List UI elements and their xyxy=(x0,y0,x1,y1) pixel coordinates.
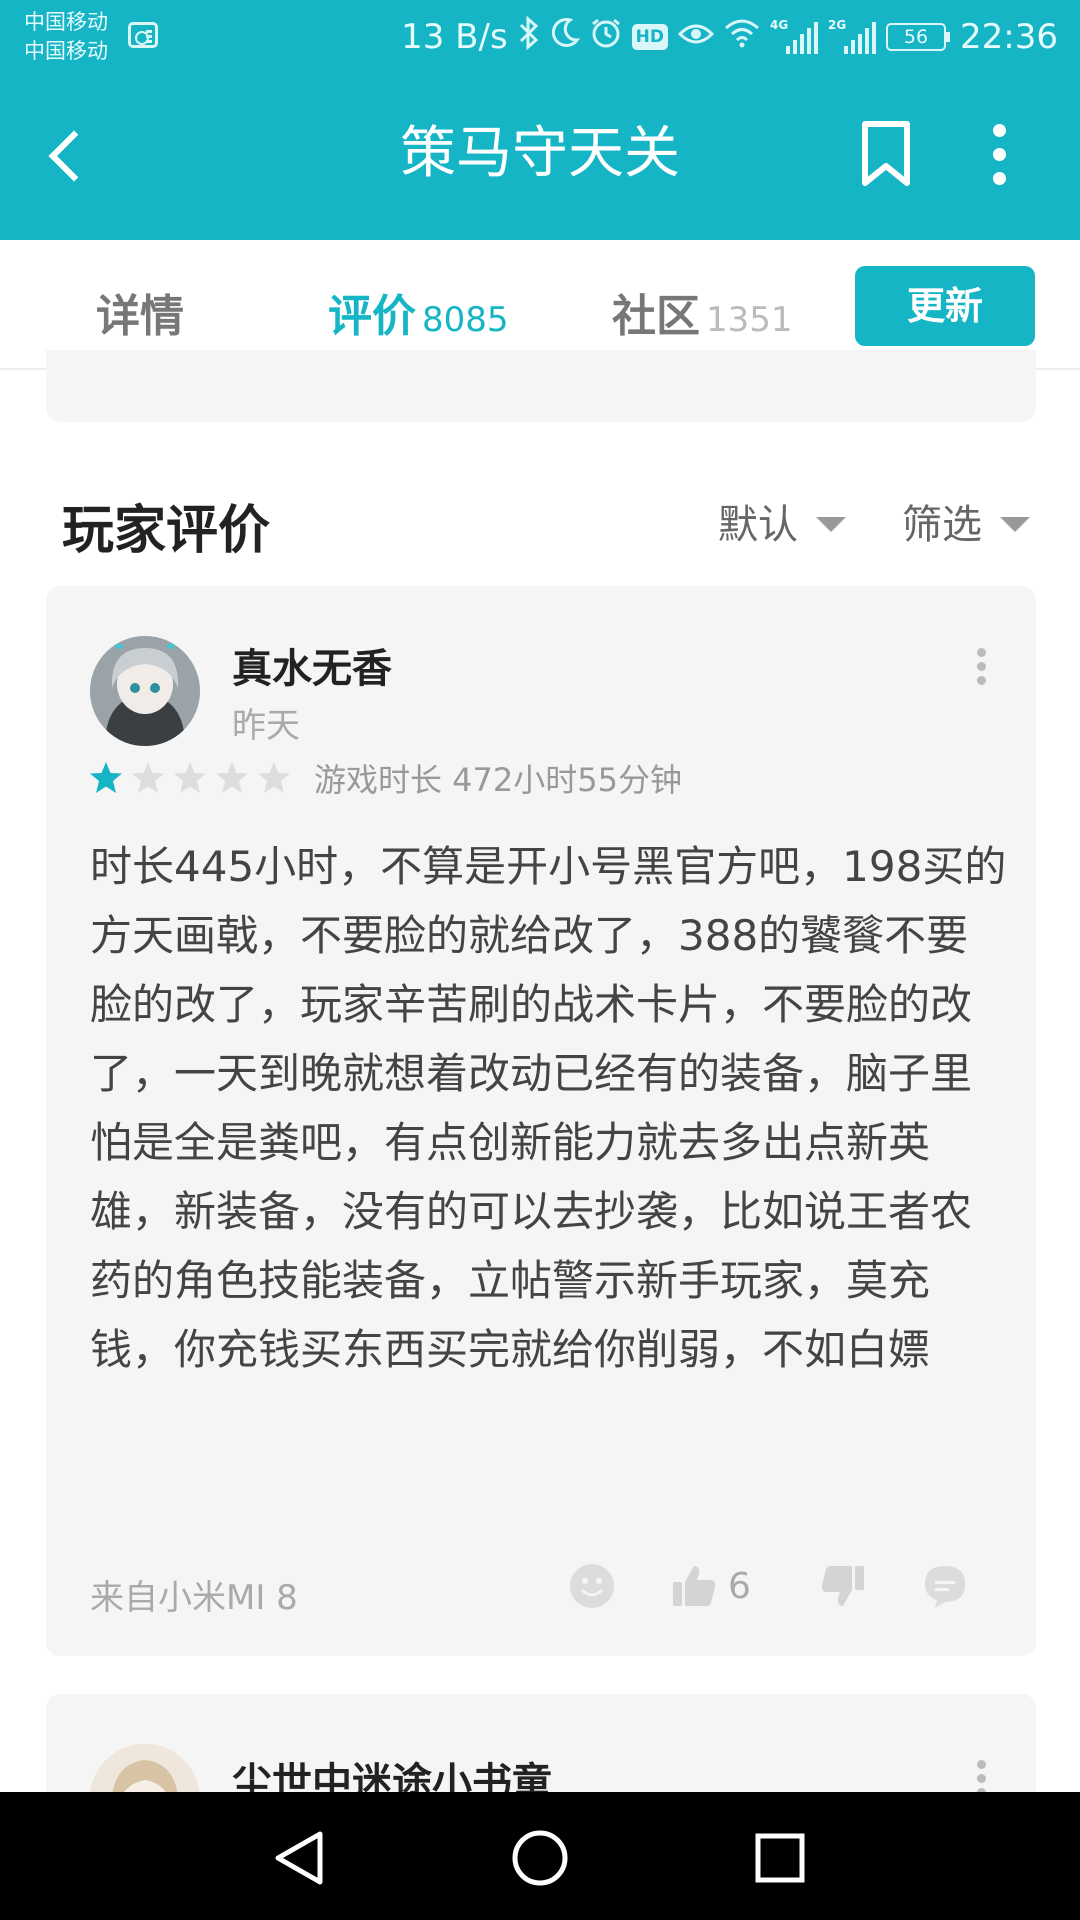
tab-label: 社区 xyxy=(612,291,700,342)
clock: 22:36 xyxy=(960,17,1058,57)
tab-label: 评价 xyxy=(328,291,416,342)
carrier-2: 中国移动 xyxy=(24,39,108,63)
bookmark-icon[interactable] xyxy=(860,120,912,188)
star-empty-icon xyxy=(258,762,290,793)
thumbs-down-icon xyxy=(821,1566,864,1606)
star-empty-icon xyxy=(132,762,164,793)
star-filled-icon xyxy=(90,762,122,793)
like-button[interactable]: 6 xyxy=(670,1562,751,1610)
nav-recents-icon[interactable] xyxy=(748,1826,812,1890)
device-info: 来自小米MI 8 xyxy=(90,1578,298,1618)
sort-label: 默认 xyxy=(718,502,798,548)
battery-icon: 56 xyxy=(886,22,951,52)
tab-community[interactable]: 社区 1351 xyxy=(612,280,793,342)
signal-2-icon: 2G xyxy=(828,18,877,54)
tab-reviews[interactable]: 评价 8085 xyxy=(328,280,509,342)
carrier-info: 中国移动 中国移动 xyxy=(24,8,108,66)
more-vertical-icon[interactable] xyxy=(980,122,1020,188)
chevron-down-icon xyxy=(1000,516,1030,532)
wifi-icon xyxy=(724,18,760,56)
star-empty-icon xyxy=(174,762,206,793)
star-rating xyxy=(88,760,292,796)
avatar[interactable] xyxy=(90,636,200,746)
net-speed: 13 B/s xyxy=(401,17,508,57)
eye-icon xyxy=(677,20,715,55)
review-card: 真水无香 昨天 游戏时长 472小时55分钟 时长445小时，不算是开小号黑官方… xyxy=(46,586,1036,1656)
review-text[interactable]: 时长445小时，不算是开小号黑官方吧，198买的方天画戟，不要脸的就给改了，38… xyxy=(90,832,1010,1384)
app-bar: 策马守天关 xyxy=(0,76,1080,240)
battery-level: 56 xyxy=(886,23,947,51)
signal-1-icon: 4G xyxy=(770,18,819,54)
system-nav-bar xyxy=(0,1792,1080,1920)
tab-count: 1351 xyxy=(706,300,793,340)
filter-dropdown[interactable]: 筛选 xyxy=(902,492,1030,550)
status-icons: 13 B/s HD 4G 2G 56 22:36 xyxy=(401,12,1058,62)
status-bar: 中国移动 中国移动 13 B/s HD 4G 2G 56 22:36 xyxy=(0,0,1080,76)
chevron-down-icon xyxy=(816,516,846,532)
previous-card xyxy=(46,350,1036,422)
review-time: 昨天 xyxy=(232,706,300,746)
moon-icon xyxy=(550,17,580,57)
emoji-reaction-button[interactable] xyxy=(568,1562,616,1610)
signal-2-tag: 2G xyxy=(828,18,847,32)
page-title: 策马守天关 xyxy=(400,121,680,186)
carrier-1: 中国移动 xyxy=(24,10,108,34)
tab-details[interactable]: 详情 xyxy=(96,280,184,342)
alarm-icon xyxy=(590,17,622,57)
playtime: 游戏时长 472小时55分钟 xyxy=(314,761,682,799)
nav-back-icon[interactable] xyxy=(268,1826,332,1890)
hd-badge: HD xyxy=(631,24,669,50)
thumbs-up-icon xyxy=(673,1566,716,1606)
dislike-button[interactable] xyxy=(819,1562,867,1610)
tab-count: 8085 xyxy=(422,300,509,340)
star-empty-icon xyxy=(216,762,248,793)
tab-label: 详情 xyxy=(96,291,184,342)
smiley-icon xyxy=(570,1564,614,1608)
nav-home-icon[interactable] xyxy=(508,1826,572,1890)
like-count: 6 xyxy=(728,1565,751,1607)
section-title: 玩家评价 xyxy=(62,501,271,561)
username[interactable]: 真水无香 xyxy=(232,636,392,694)
bluetooth-icon xyxy=(518,15,540,58)
comment-icon xyxy=(924,1566,965,1608)
filter-label: 筛选 xyxy=(902,502,982,548)
more-vertical-icon[interactable] xyxy=(966,642,996,692)
update-button[interactable]: 更新 xyxy=(855,266,1035,346)
review-actions: 6 xyxy=(568,1562,969,1610)
signal-1-tag: 4G xyxy=(770,18,789,32)
comment-button[interactable] xyxy=(921,1562,969,1610)
sort-dropdown[interactable]: 默认 xyxy=(718,492,846,550)
radio-icon xyxy=(128,22,158,48)
